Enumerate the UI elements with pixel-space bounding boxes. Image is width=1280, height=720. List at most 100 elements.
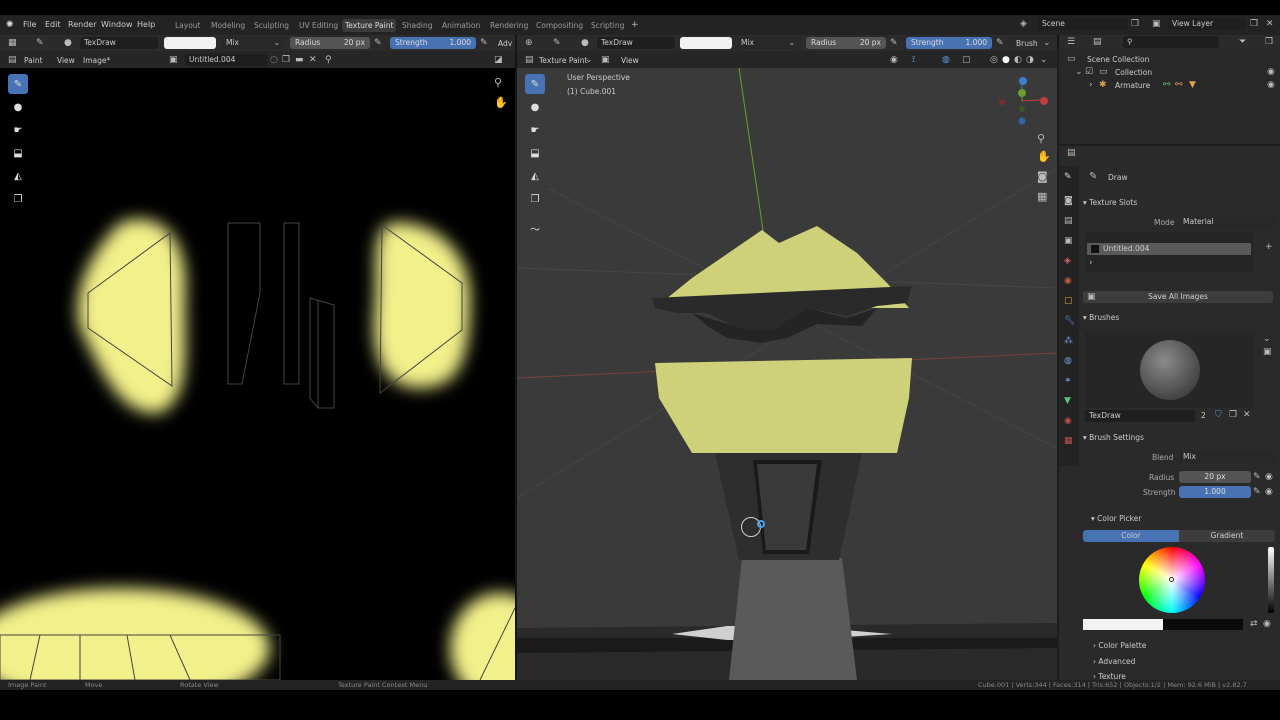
xray-icon[interactable]: ▢	[962, 55, 971, 65]
rendered-shading-icon[interactable]: ◑	[1026, 55, 1034, 65]
unlink-image-icon[interactable]: ✕	[309, 55, 317, 65]
menu-edit[interactable]: Edit	[45, 20, 61, 29]
advanced-header[interactable]: › Advanced	[1093, 657, 1135, 666]
radius-slider[interactable]: 20 px	[1179, 471, 1251, 483]
view-menu[interactable]: View	[57, 56, 75, 65]
new-collection-icon[interactable]: ❐	[1265, 37, 1273, 47]
mask-tool[interactable]: ❐	[525, 189, 545, 209]
clone-tool[interactable]: ⬓	[525, 143, 545, 163]
brush-preview[interactable]	[1085, 332, 1255, 408]
blend-dropdown[interactable]: Mix	[1179, 451, 1275, 463]
tab-compositing[interactable]: Compositing	[533, 19, 586, 32]
image-browse-icon[interactable]: ▣	[169, 55, 178, 65]
color-wheel-cursor[interactable]	[1169, 577, 1174, 582]
chevron-down-icon[interactable]: ⌄	[1263, 334, 1271, 344]
radius-slider[interactable]: Radius 20 px	[806, 37, 886, 49]
strength-pressure-icon[interactable]: ✎	[480, 38, 488, 48]
image-menu[interactable]: Image*	[83, 56, 110, 65]
new-scene-icon[interactable]: ❐	[1131, 19, 1139, 29]
chevron-down-icon[interactable]: ⌄	[1040, 55, 1048, 65]
menu-file[interactable]: File	[23, 20, 36, 29]
blend-mode-dropdown[interactable]: Mix ⌄	[737, 37, 799, 49]
view-layer-field[interactable]: View Layer	[1168, 18, 1246, 30]
display-channels-icon[interactable]: ◪	[494, 55, 503, 65]
world-tab-icon[interactable]: ◉	[1064, 276, 1072, 286]
output-tab-icon[interactable]: ▤	[1064, 216, 1073, 226]
unlink-brush-icon[interactable]: ✕	[1243, 410, 1251, 420]
scene-tab-icon[interactable]: ◈	[1064, 256, 1071, 266]
draw-tool[interactable]: ✎	[8, 74, 28, 94]
advanced-menu[interactable]: Adv	[498, 39, 512, 48]
mask-tool[interactable]: ❐	[8, 189, 28, 209]
strength-pressure-icon[interactable]: ✎	[996, 38, 1004, 48]
secondary-color-swatch[interactable]	[1163, 619, 1243, 630]
primary-color-swatch[interactable]	[1083, 619, 1163, 630]
texture-slot-row[interactable]: Untitled.004	[1087, 243, 1251, 255]
editor-type-icon[interactable]: ☰	[1067, 37, 1075, 47]
value-slider[interactable]	[1268, 547, 1274, 613]
draw-tool[interactable]: ✎	[525, 74, 545, 94]
texture-slots-header[interactable]: ▾ Texture Slots	[1083, 198, 1137, 207]
mode-dropdown[interactable]: Material	[1179, 216, 1275, 228]
physics-tab-icon[interactable]: ◍	[1064, 356, 1072, 366]
blend-mode-dropdown[interactable]: Mix ⌄	[222, 37, 284, 49]
expand-arrow-icon[interactable]: ›	[1089, 258, 1093, 268]
add-slot-icon[interactable]: +	[1265, 242, 1273, 252]
navigation-gizmo[interactable]	[995, 73, 1055, 133]
view-menu[interactable]: View	[621, 56, 639, 65]
editor-type-icon[interactable]: ⊕	[525, 38, 533, 48]
pressure-icon[interactable]: ✎	[374, 38, 382, 48]
editor-type-icon[interactable]: ▦	[8, 38, 17, 48]
tab-animation[interactable]: Animation	[439, 19, 483, 32]
open-image-icon[interactable]: ▬	[295, 55, 304, 65]
view-layer-tab-icon[interactable]: ▣	[1064, 236, 1073, 246]
soften-tool[interactable]: ●	[525, 97, 545, 117]
smear-tool[interactable]: ☛	[8, 120, 28, 140]
brushes-header[interactable]: ▾ Brushes	[1083, 313, 1119, 322]
brush-settings-header[interactable]: ▾ Brush Settings	[1083, 433, 1144, 442]
mask-toggle-icon[interactable]: ▣	[601, 55, 610, 65]
clone-tool[interactable]: ⬓	[8, 143, 28, 163]
duplicate-image-icon[interactable]: ❐	[282, 55, 290, 65]
render-tab-icon[interactable]: ◙	[1064, 196, 1073, 206]
overlay-icon[interactable]: ◍	[942, 55, 950, 65]
menu-window[interactable]: Window	[101, 20, 133, 29]
camera-icon[interactable]: ◙	[1037, 171, 1048, 182]
tab-shading[interactable]: Shading	[399, 19, 435, 32]
material-tab-icon[interactable]: ◉	[1064, 416, 1072, 426]
scene-collection-label[interactable]: Scene Collection	[1087, 55, 1149, 64]
duplicate-brush-icon[interactable]: ❐	[1229, 410, 1237, 420]
menu-render[interactable]: Render	[68, 20, 96, 29]
pin-icon[interactable]: ⚲	[325, 55, 332, 65]
tab-sculpting[interactable]: Sculpting	[251, 19, 292, 32]
color-palette-header[interactable]: › Color Palette	[1093, 641, 1146, 650]
swap-colors-icon[interactable]: ⇄	[1250, 619, 1258, 629]
save-all-images-button[interactable]: ▣ Save All Images	[1083, 291, 1273, 303]
brush-color-swatch[interactable]	[164, 37, 216, 49]
smear-tool[interactable]: ☛	[525, 120, 545, 140]
particles-tab-icon[interactable]: ⁂	[1064, 336, 1073, 346]
zoom-icon[interactable]: ⚲	[494, 77, 502, 88]
brush-name-field[interactable]: TexDraw	[1085, 410, 1195, 422]
new-view-layer-icon[interactable]: ❐	[1250, 19, 1258, 29]
eye-icon[interactable]: ◉	[1267, 80, 1275, 90]
soften-tool[interactable]: ●	[8, 97, 28, 117]
outliner-search-input[interactable]: ⚲	[1123, 36, 1219, 48]
view-layer-icon[interactable]: ▣	[1152, 19, 1161, 29]
color-picker-header[interactable]: ▾ Color Picker	[1091, 514, 1141, 523]
tab-rendering[interactable]: Rendering	[487, 19, 531, 32]
paint-mode-dropdown[interactable]: Paint	[24, 56, 43, 65]
texture-tab-icon[interactable]: ▦	[1064, 436, 1073, 446]
add-workspace-icon[interactable]: +	[631, 20, 639, 30]
strength-slider[interactable]: 1.000	[1179, 486, 1251, 498]
brush-menu[interactable]: Brush	[1016, 39, 1038, 48]
armature-label[interactable]: Armature	[1115, 81, 1150, 90]
tab-modeling[interactable]: Modeling	[208, 19, 248, 32]
brush-name-field[interactable]: TexDraw	[597, 37, 675, 49]
data-tab-icon[interactable]: ▼	[1064, 396, 1071, 406]
radius-slider[interactable]: Radius 20 px	[290, 37, 370, 49]
image-canvas[interactable]: ✎ ● ☛ ⬓ ◭ ❐ ⚲ ✋	[0, 68, 516, 680]
strength-slider[interactable]: Strength 1.000	[906, 37, 992, 49]
brush-data-icon[interactable]: ●	[581, 38, 589, 48]
wireframe-shading-icon[interactable]: ◎	[990, 55, 998, 65]
